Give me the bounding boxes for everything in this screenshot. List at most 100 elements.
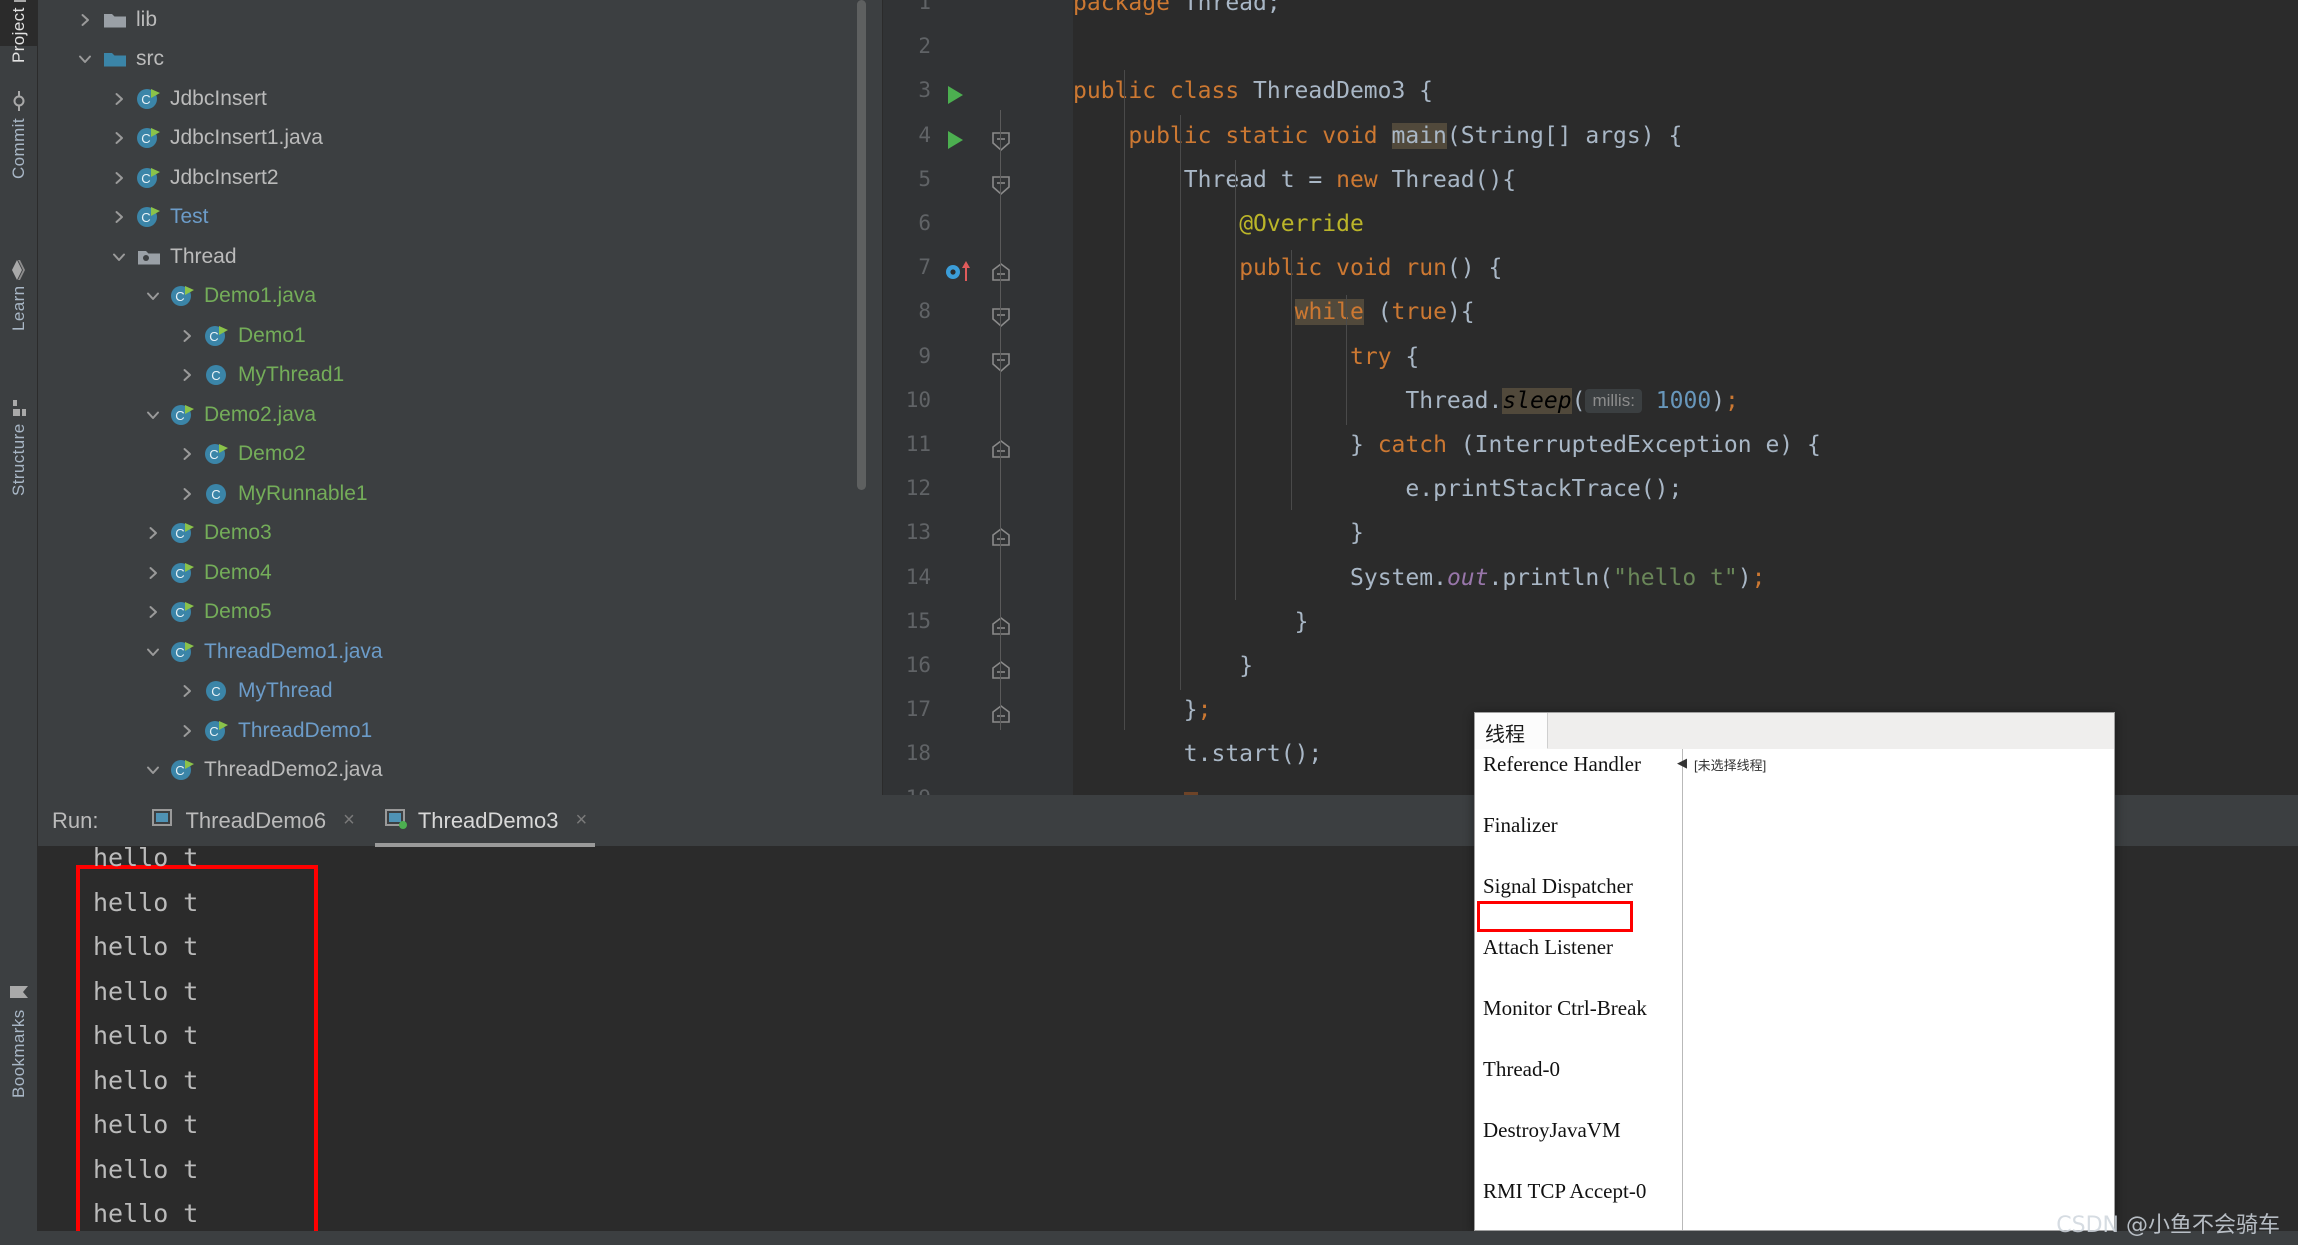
no-thread-selected-label: [未选择线程] bbox=[1694, 758, 1767, 773]
chevron-right-icon[interactable] bbox=[140, 525, 166, 541]
close-icon[interactable]: × bbox=[343, 809, 355, 832]
thread-list-dialog[interactable]: 线程 Reference Handler Finalizer Signal Disp… bbox=[1474, 712, 2115, 1231]
chevron-right-icon[interactable] bbox=[106, 209, 132, 225]
thread-list-item[interactable]: DestroyJavaVM bbox=[1475, 1115, 1682, 1146]
fold-marker-icon[interactable] bbox=[991, 661, 1011, 681]
thread-list-item[interactable]: RMI TCP Accept-0 bbox=[1475, 1176, 1682, 1207]
class-run-icon: C bbox=[166, 403, 200, 427]
thread-list-item[interactable]: Attach Listener bbox=[1475, 932, 1682, 963]
class-run-icon: C bbox=[132, 205, 166, 229]
fold-marker-icon[interactable] bbox=[991, 440, 1011, 460]
gutter-line-number: 19 bbox=[883, 786, 931, 795]
project-scrollbar[interactable] bbox=[857, 0, 866, 490]
tree-item-src[interactable]: src bbox=[38, 40, 883, 80]
thread-list-item[interactable]: Thread-0 bbox=[1475, 1054, 1682, 1085]
tree-item-demo1[interactable]: C Demo1 bbox=[38, 316, 883, 356]
run-gutter-icon[interactable] bbox=[945, 84, 965, 106]
chevron-right-icon[interactable] bbox=[106, 130, 132, 146]
tree-item-label: MyRunnable1 bbox=[238, 481, 368, 505]
tool-button-commit[interactable]: Commit bbox=[0, 52, 38, 218]
fold-marker-icon[interactable] bbox=[991, 616, 1011, 637]
project-tree-panel[interactable]: lib src C JdbcInsert C JdbcInsert1.java C JdbcI… bbox=[38, 0, 883, 795]
class-run-icon: C bbox=[166, 521, 200, 545]
chevron-down-icon[interactable] bbox=[72, 51, 98, 67]
thread-list-item[interactable]: Signal Dispatcher bbox=[1475, 871, 1682, 902]
tree-item-demo5[interactable]: C Demo5 bbox=[38, 593, 883, 633]
thread-list-item[interactable]: Finalizer bbox=[1475, 810, 1682, 841]
chevron-right-icon[interactable] bbox=[72, 12, 98, 28]
tree-item-demo2-java[interactable]: C Demo2.java bbox=[38, 395, 883, 435]
indent-guide bbox=[1124, 70, 1126, 730]
chevron-right-icon[interactable] bbox=[174, 486, 200, 502]
class-run-icon: C bbox=[132, 166, 166, 190]
tool-button-label: Commit bbox=[9, 118, 28, 179]
tree-item-mythread[interactable]: C MyThread bbox=[38, 672, 883, 712]
folder-gray-icon bbox=[98, 9, 132, 31]
tree-item-lib[interactable]: lib bbox=[38, 0, 883, 40]
chevron-right-icon[interactable] bbox=[106, 91, 132, 107]
tree-item-demo1-java[interactable]: C Demo1.java bbox=[38, 277, 883, 317]
tree-item-jdbcinsert[interactable]: C JdbcInsert bbox=[38, 79, 883, 119]
tree-item-jdbcinsert2[interactable]: C JdbcInsert2 bbox=[38, 158, 883, 198]
code-line: while (true){ bbox=[1294, 299, 1475, 326]
chevron-right-icon[interactable] bbox=[140, 604, 166, 620]
chevron-right-icon[interactable] bbox=[174, 446, 200, 462]
chevron-right-icon[interactable] bbox=[106, 170, 132, 186]
chevron-right-icon[interactable] bbox=[140, 565, 166, 581]
left-tool-strip: Project Commit Learn Structure Bookmarks bbox=[0, 0, 38, 1245]
console-line: hello t bbox=[93, 1021, 199, 1050]
chevron-right-icon[interactable] bbox=[174, 683, 200, 699]
tree-item-threaddemo1[interactable]: C ThreadDemo1 bbox=[38, 711, 883, 751]
tool-button-learn[interactable]: Learn bbox=[0, 236, 38, 356]
tree-item-myrunnable1[interactable]: C MyRunnable1 bbox=[38, 474, 883, 514]
fold-marker-icon[interactable] bbox=[991, 528, 1011, 548]
code-editor[interactable]: 12345678910111213141516171819 package Th… bbox=[883, 0, 2298, 795]
fold-marker-icon[interactable] bbox=[991, 705, 1011, 725]
chevron-down-icon[interactable] bbox=[140, 644, 166, 660]
tool-button-project[interactable]: Project bbox=[0, 0, 38, 63]
thread-selection-box bbox=[1477, 901, 1633, 932]
thread-list-item[interactable]: Reference Handler bbox=[1475, 749, 1682, 780]
chevron-down-icon[interactable] bbox=[140, 407, 166, 423]
fold-marker-icon[interactable] bbox=[991, 175, 1011, 195]
code-text-area[interactable]: package Thread; public class ThreadDemo3 … bbox=[1073, 0, 2298, 795]
tree-item-label: ThreadDemo2.java bbox=[204, 758, 383, 782]
tree-item-threaddemo2-java[interactable]: C ThreadDemo2.java bbox=[38, 751, 883, 791]
tool-button-structure[interactable]: Structure bbox=[0, 372, 38, 522]
fold-marker-icon[interactable] bbox=[991, 263, 1011, 283]
gutter-line-number: 1 bbox=[918, 0, 931, 14]
chevron-right-icon[interactable] bbox=[174, 328, 200, 344]
thread-list[interactable]: Reference Handler Finalizer Signal Dispatc… bbox=[1475, 749, 1683, 1230]
tree-item-label: Demo5 bbox=[204, 600, 272, 624]
fold-marker-icon[interactable] bbox=[991, 352, 1011, 372]
run-gutter-icon[interactable] bbox=[945, 129, 965, 151]
code-line: e.printStackTrace(); bbox=[1405, 476, 1683, 503]
tree-item-demo4[interactable]: C Demo4 bbox=[38, 553, 883, 593]
tree-item-demo2[interactable]: C Demo2 bbox=[38, 435, 883, 475]
fold-marker-icon[interactable] bbox=[991, 131, 1011, 151]
tree-item-test[interactable]: C Test bbox=[38, 198, 883, 238]
tree-item-mythread1[interactable]: C MyThread1 bbox=[38, 356, 883, 396]
thread-list-item[interactable]: Monitor Ctrl-Break bbox=[1475, 993, 1682, 1024]
run-tab-threaddemo6[interactable]: ThreadDemo6 × bbox=[136, 795, 368, 847]
structure-icon bbox=[10, 397, 28, 417]
tree-item-demo3[interactable]: C Demo3 bbox=[38, 514, 883, 554]
override-gutter-icon[interactable] bbox=[945, 259, 973, 283]
tree-item-jdbcinsert1-java[interactable]: C JdbcInsert1.java bbox=[38, 119, 883, 159]
run-tab-threaddemo3[interactable]: ThreadDemo3 × bbox=[369, 795, 601, 847]
tool-button-bookmarks[interactable]: Bookmarks bbox=[0, 950, 38, 1130]
fold-marker-icon[interactable] bbox=[991, 307, 1011, 328]
tab-threads[interactable]: 线程 bbox=[1475, 713, 1548, 749]
run-tab-label: ThreadDemo6 bbox=[185, 807, 327, 833]
editor-gutter[interactable]: 12345678910111213141516171819 bbox=[883, 0, 1073, 795]
chevron-right-icon[interactable] bbox=[174, 367, 200, 383]
chevron-right-icon[interactable] bbox=[174, 723, 200, 739]
tree-item-label: lib bbox=[136, 7, 158, 31]
chevron-down-icon[interactable] bbox=[140, 288, 166, 304]
gutter-line-number: 12 bbox=[905, 476, 931, 501]
tree-item-threaddemo1-java[interactable]: C ThreadDemo1.java bbox=[38, 632, 883, 672]
close-icon[interactable]: × bbox=[575, 809, 587, 832]
tree-item-thread[interactable]: Thread bbox=[38, 237, 883, 277]
chevron-down-icon[interactable] bbox=[140, 762, 166, 778]
chevron-down-icon[interactable] bbox=[106, 249, 132, 265]
